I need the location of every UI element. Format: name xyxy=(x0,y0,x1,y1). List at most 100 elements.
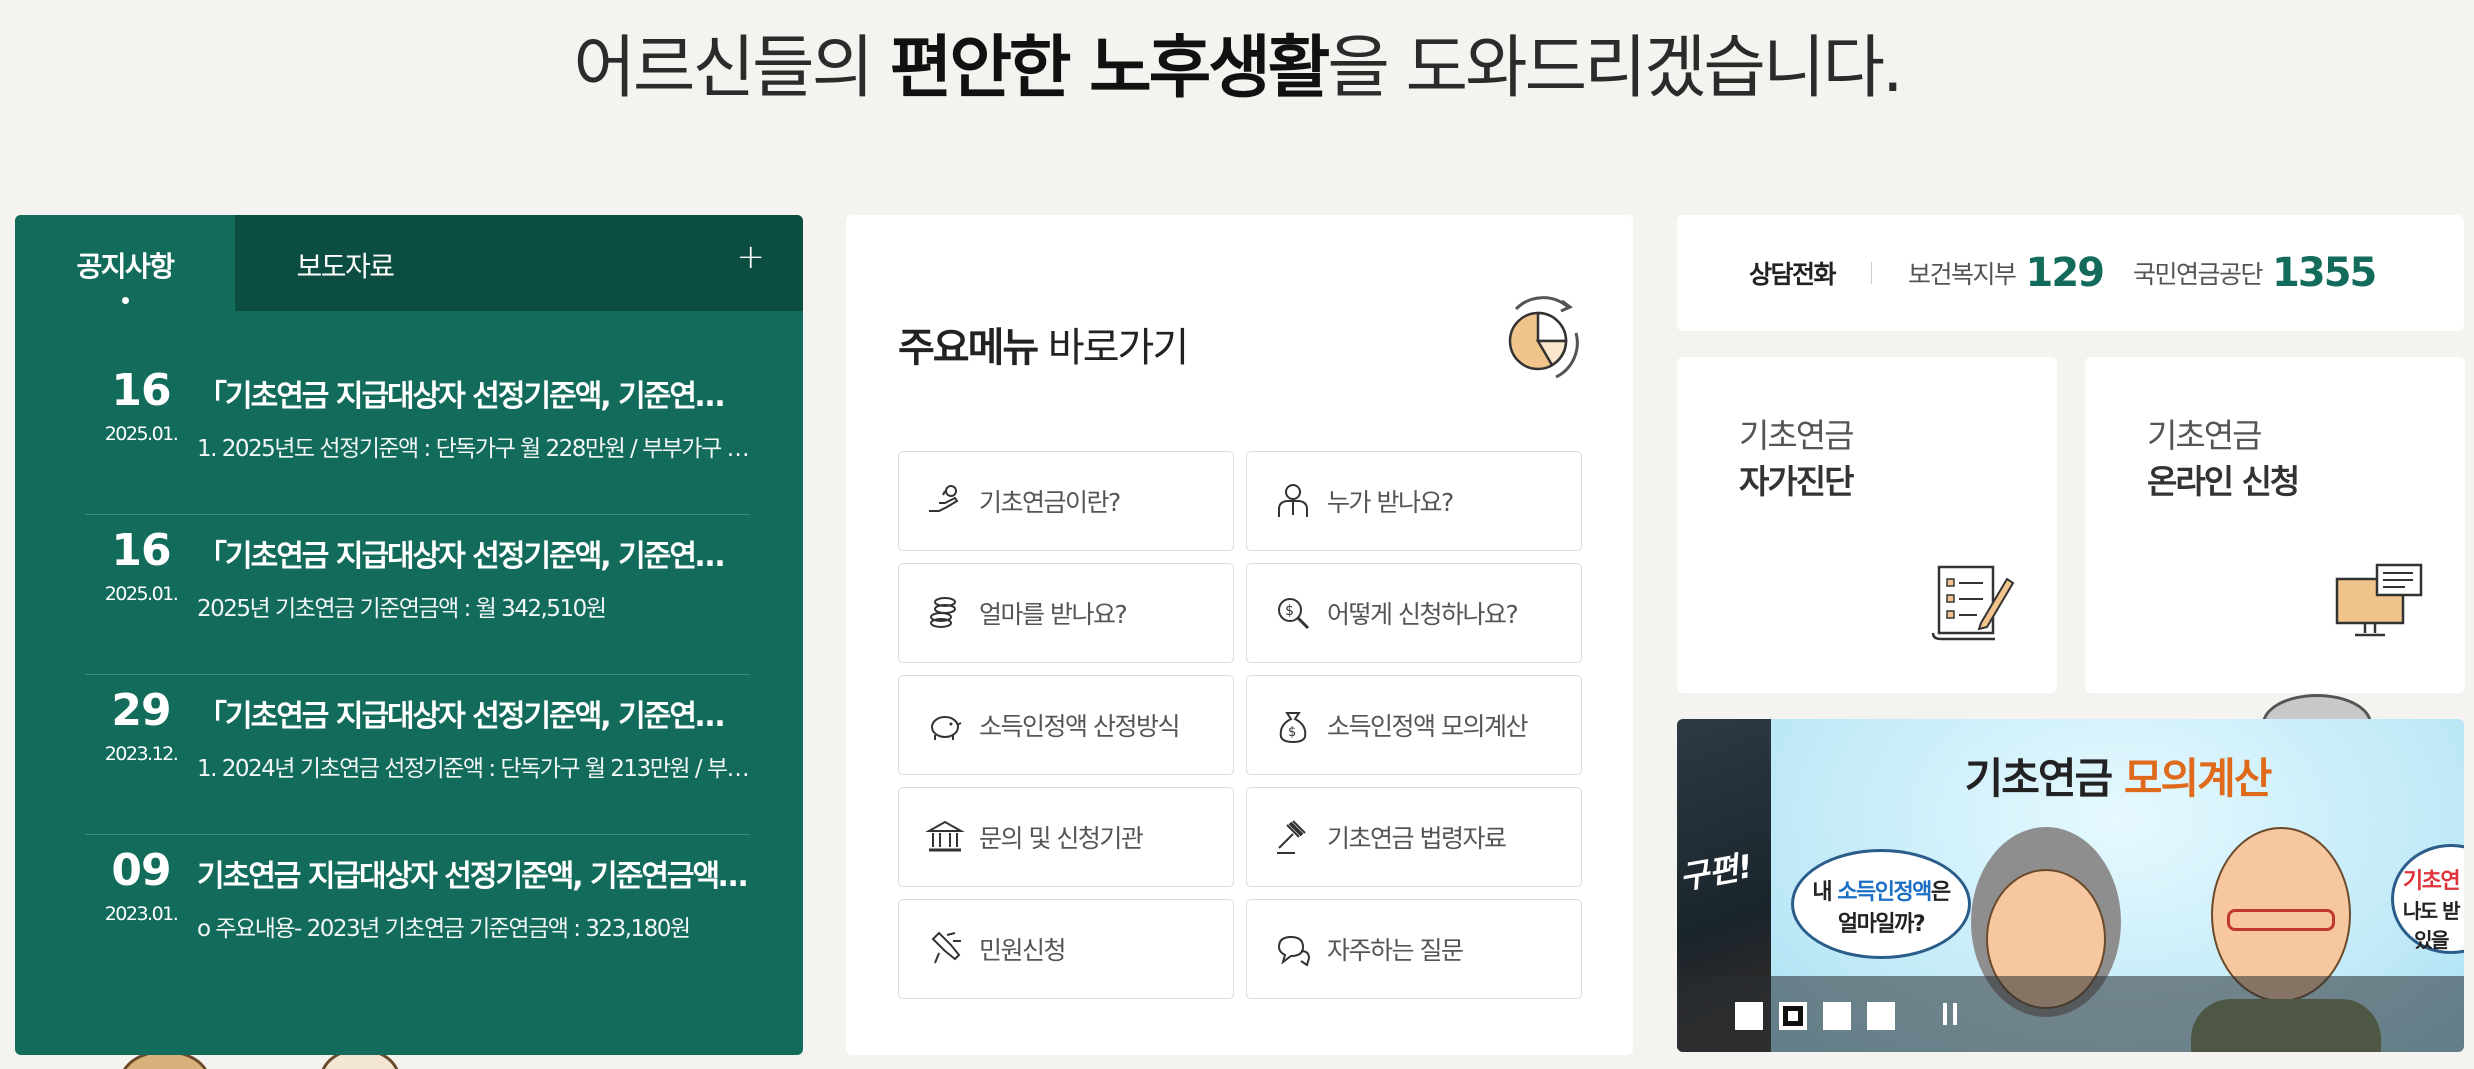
gavel-icon xyxy=(1277,820,1306,854)
svc-line1: 기초연금 xyxy=(1739,416,1854,455)
svg-text:$: $ xyxy=(1285,603,1294,619)
notice-year-month: 2023.01. xyxy=(104,903,179,925)
banner-title-highlight: 모의계산 xyxy=(2123,754,2273,803)
notice-item[interactable]: 09 2023.01. 기초연금 지급대상자 선정기준액, 기준연금액 등의 고… xyxy=(85,835,750,995)
phone-number-mohw[interactable]: 129 xyxy=(2026,250,2105,296)
notice-item[interactable]: 29 2023.12. 「기초연금 지급대상자 선정기준액, 기준연금액 고시」… xyxy=(85,675,750,835)
notice-item[interactable]: 16 2025.01. 「기초연금 지급대상자 선정기준액, 기준연금액 고시」… xyxy=(85,355,750,515)
notice-item[interactable]: 16 2025.01. 「기초연금 지급대상자 선정기준액, 기준연금액 고시」… xyxy=(85,515,750,675)
hand-coin-icon xyxy=(929,485,959,512)
carousel-controls xyxy=(1677,976,2464,1052)
menu-how-much[interactable]: 얼마를 받나요? xyxy=(898,563,1234,663)
main-menu-grid: 기초연금이란? 누가 받나요? 얼마를 받나요? $ 어떻게 신청하나요? 소득… xyxy=(898,451,1582,999)
bubble1-pre: 내 xyxy=(1812,880,1838,905)
svc-line2: 온라인 신청 xyxy=(2147,462,2300,501)
building-icon xyxy=(925,820,965,852)
notice-day: 16 xyxy=(111,525,171,576)
menu-label: 자주하는 질문 xyxy=(1327,936,1464,965)
carousel-pause-icon[interactable] xyxy=(1939,1003,1963,1027)
checklist-icon xyxy=(1931,565,2015,641)
tab-press-releases[interactable]: 보도자료 xyxy=(235,215,455,311)
menu-label: 민원신청 xyxy=(979,936,1067,965)
self-diagnosis-card[interactable]: 기초연금 자가진단 xyxy=(1677,357,2057,693)
menu-label: 기초연금이란? xyxy=(979,488,1121,517)
coins-icon xyxy=(930,597,956,628)
phone-number-nps[interactable]: 1355 xyxy=(2272,250,2377,296)
bubble2-line3: 있을 xyxy=(2414,928,2449,952)
tab-notices[interactable]: 공지사항 xyxy=(15,215,235,311)
svg-text:$: $ xyxy=(1288,725,1296,740)
notice-year-month: 2025.01. xyxy=(104,423,179,445)
svc-line1: 기초연금 xyxy=(2147,416,2262,455)
computer-icon xyxy=(2335,563,2423,637)
main-menu-title-rest: 바로가기 xyxy=(1037,325,1189,371)
notice-day: 16 xyxy=(111,365,171,416)
headline-prefix: 어르신들의 xyxy=(573,29,890,108)
money-bag-icon: $ xyxy=(1279,712,1307,744)
tab-press-releases-label: 보도자료 xyxy=(296,250,395,283)
notice-date: 29 2023.12. xyxy=(85,675,197,834)
chat-icon xyxy=(1277,935,1311,967)
main-menu-title: 주요메뉴 바로가기 xyxy=(898,315,1189,373)
menu-legal-materials[interactable]: 기초연금 법령자료 xyxy=(1246,787,1582,887)
main-headline: 어르신들의 편안한 노후생활을 도와드리겠습니다. xyxy=(0,12,2474,111)
menu-inquiry-offices[interactable]: 문의 및 신청기관 xyxy=(898,787,1234,887)
svc-line2: 자가진단 xyxy=(1739,462,1854,501)
grandfather-glasses xyxy=(2227,909,2335,931)
phone-divider xyxy=(1871,262,1873,284)
notice-title[interactable]: 기초연금 지급대상자 선정기준액, 기준연금액 등의 고시 일부개정 xyxy=(197,851,750,895)
promo-banner-carousel[interactable]: 구편! 기초연금 모의계산 내 소득인정액은 얼마일까? 기초연 나도 받 있을 xyxy=(1677,719,2464,1052)
bubble1-post: 은 xyxy=(1930,880,1951,905)
notice-panel: 공지사항 보도자료 + 16 2025.01. 「기초연금 지급대상자 선정기준… xyxy=(15,215,803,1055)
menu-label: 누가 받나요? xyxy=(1327,488,1454,517)
carousel-dot-1[interactable] xyxy=(1735,1002,1763,1030)
phone-label: 상담전화 xyxy=(1749,260,1837,289)
notice-date: 09 2023.01. xyxy=(85,835,197,995)
speech-bubble-right: 기초연 나도 받 있을 xyxy=(2391,844,2464,954)
notice-more-button[interactable]: + xyxy=(737,237,766,277)
headline-suffix: 을 도와드리겠습니다. xyxy=(1327,29,1903,108)
notice-summary: 2025년 기초연금 기준연금액 : 월 342,510원 xyxy=(197,596,607,622)
notice-date: 16 2025.01. xyxy=(85,355,197,514)
notice-summary: o 주요내용- 2023년 기초연금 기준연금액 : 323,180원 xyxy=(197,916,691,942)
carousel-dot-4[interactable] xyxy=(1867,1002,1895,1030)
carousel-dot-3[interactable] xyxy=(1823,1002,1851,1030)
phone-org-nps: 국민연금공단 xyxy=(2133,260,2264,289)
phone-org-mohw: 보건복지부 xyxy=(1908,260,2017,289)
notice-title[interactable]: 「기초연금 지급대상자 선정기준액, 기준연금액 고시」 일부개정 xyxy=(197,531,750,575)
headline-bold: 편안한 노후생활 xyxy=(889,29,1331,108)
banner-title-prefix: 기초연금 xyxy=(1964,754,2124,803)
bubble1-highlight: 소득인정액 xyxy=(1837,880,1932,905)
menu-what-is-basic-pension[interactable]: 기초연금이란? xyxy=(898,451,1234,551)
menu-label: 문의 및 신청기관 xyxy=(979,824,1144,853)
notice-list: 16 2025.01. 「기초연금 지급대상자 선정기준액, 기준연금액 고시」… xyxy=(85,355,750,995)
online-application-card[interactable]: 기초연금 온라인 신청 xyxy=(2085,357,2465,693)
carousel-dot-2[interactable] xyxy=(1779,1002,1807,1030)
menu-how-to-apply[interactable]: $ 어떻게 신청하나요? xyxy=(1246,563,1582,663)
menu-label: 기초연금 법령자료 xyxy=(1327,824,1507,853)
notice-title[interactable]: 「기초연금 지급대상자 선정기준액, 기준연금액 고시」 일부개정 xyxy=(197,691,750,735)
menu-faq[interactable]: 자주하는 질문 xyxy=(1246,899,1582,999)
notice-title[interactable]: 「기초연금 지급대상자 선정기준액, 기준연금액 고시」 일부개정 xyxy=(197,371,750,415)
menu-label: 소득인정액 모의계산 xyxy=(1327,712,1528,741)
menu-civil-petition[interactable]: 민원신청 xyxy=(898,899,1234,999)
previous-slide-text: 구편! xyxy=(1677,846,1756,898)
notice-tabs: 공지사항 보도자료 + xyxy=(15,215,803,311)
menu-label: 얼마를 받나요? xyxy=(979,600,1128,629)
pie-chart-icon xyxy=(1508,296,1579,379)
notice-day: 29 xyxy=(111,685,171,736)
bubble2-line2: 나도 받 xyxy=(2402,899,2461,923)
notice-summary: 1. 2024년 기초연금 선정기준액 : 단독가구 월 213만원 / 부부가… xyxy=(197,756,750,782)
menu-income-calc-method[interactable]: 소득인정액 산정방식 xyxy=(898,675,1234,775)
menu-who-receives[interactable]: 누가 받나요? xyxy=(1246,451,1582,551)
menu-income-simulation[interactable]: $ 소득인정액 모의계산 xyxy=(1246,675,1582,775)
speech-bubble-left: 내 소득인정액은 얼마일까? xyxy=(1791,849,1971,959)
banner-title: 기초연금 모의계산 xyxy=(1771,745,2464,806)
main-menu-panel: 주요메뉴 바로가기 기초연금이란? 누가 받나요? 얼마를 받나요? $ 어떻게… xyxy=(846,215,1633,1055)
bubble2-line1: 기초연 xyxy=(2402,869,2461,894)
notice-summary: 1. 2025년도 선정기준액 : 단독가구 월 228만원 / 부부가구 월 … xyxy=(197,436,750,462)
main-menu-title-bold: 주요메뉴 xyxy=(898,325,1039,371)
tab-notices-label: 공지사항 xyxy=(76,250,175,283)
piggy-bank-icon xyxy=(931,716,962,740)
search-dollar-icon: $ xyxy=(1278,598,1310,630)
